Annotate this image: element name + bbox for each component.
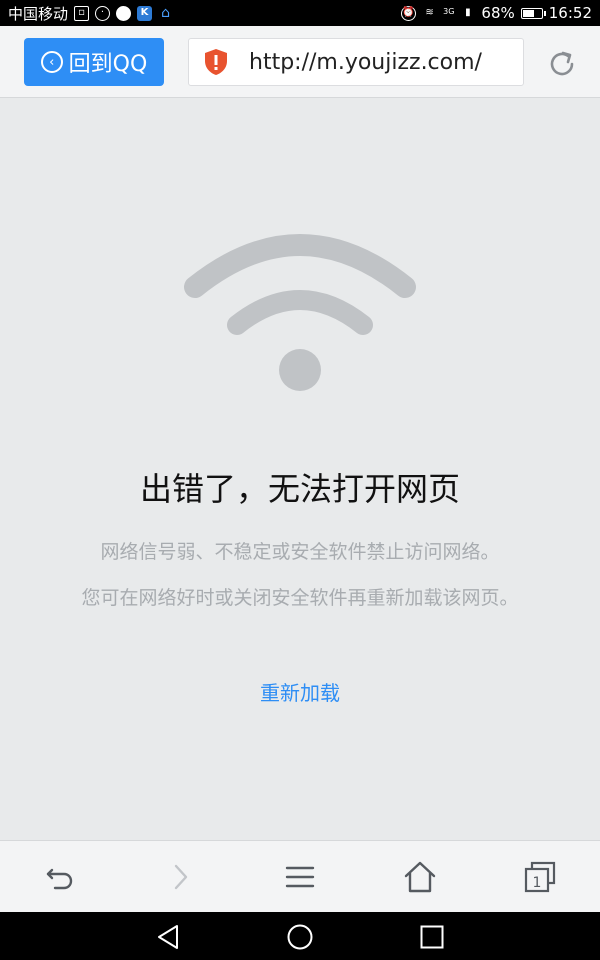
tabs-icon: 1: [524, 861, 556, 893]
qq-icon: ⌂: [161, 5, 170, 21]
image-notification-icon: ▫: [74, 5, 90, 21]
error-description-suggestion: 您可在网络好时或关闭安全软件再重新加载该网页。: [81, 587, 519, 609]
error-title: 出错了，无法打开网页: [139, 470, 460, 508]
home-button[interactable]: [400, 857, 440, 897]
address-bar[interactable]: http://m.youjizz.com/: [188, 38, 524, 86]
status-left: 中国移动 ▫ · K ⌂: [8, 3, 173, 24]
app-notification-icon: ·: [95, 5, 111, 21]
wifi-status-icon: ≋: [425, 7, 434, 18]
carrier-name: 中国移动: [8, 4, 69, 23]
reload-link[interactable]: 重新加载: [0, 677, 600, 706]
alarm-icon: ⏰: [401, 5, 417, 21]
browser-notification-icon: [116, 5, 132, 21]
tabs-button[interactable]: 1: [520, 857, 560, 897]
wifi-disconnected-icon: [184, 234, 416, 391]
browser-bottom-bar: 1: [0, 840, 600, 912]
error-description-network: 网络信号弱、不稳定或安全软件禁止访问网络。: [100, 541, 500, 563]
battery-level: [522, 9, 535, 17]
network-type: 3G: [443, 7, 455, 16]
security-warning-shield-icon: [205, 49, 227, 75]
browser-toolbar: ‹ 回到QQ http://m.youjizz.com/: [0, 26, 600, 98]
chevron-right-icon: [174, 864, 188, 890]
clock: 16:52: [548, 4, 592, 22]
status-right: ⏰ ≋ 3G ▮ 68% 16:52: [401, 4, 592, 22]
battery-icon: [520, 7, 546, 19]
refresh-icon[interactable]: [546, 48, 578, 80]
system-home-icon[interactable]: [285, 922, 315, 952]
battery-percent: 68%: [481, 4, 515, 22]
url-text: http://m.youjizz.com/: [249, 49, 482, 75]
status-bar: 中国移动 ▫ · K ⌂ ⏰ ≋ 3G ▮ 68% 16:52: [0, 0, 600, 26]
tab-count: 1: [533, 875, 542, 891]
system-back-icon[interactable]: [153, 922, 183, 952]
android-nav-bar: [0, 912, 600, 960]
hamburger-menu-icon: [285, 866, 315, 888]
back-to-qq-button[interactable]: ‹ 回到QQ: [24, 38, 164, 86]
back-to-qq-label: 回到QQ: [68, 52, 148, 77]
undo-arrow-icon: [46, 868, 73, 890]
system-recents-icon[interactable]: [417, 922, 447, 952]
k-app-icon: K: [137, 5, 153, 21]
chevron-left-icon: ‹: [40, 51, 63, 73]
back-button[interactable]: [40, 857, 80, 897]
home-icon: [404, 861, 436, 893]
menu-button[interactable]: [280, 857, 320, 897]
forward-button[interactable]: [160, 857, 200, 897]
signal-icon: ▮: [465, 7, 471, 18]
